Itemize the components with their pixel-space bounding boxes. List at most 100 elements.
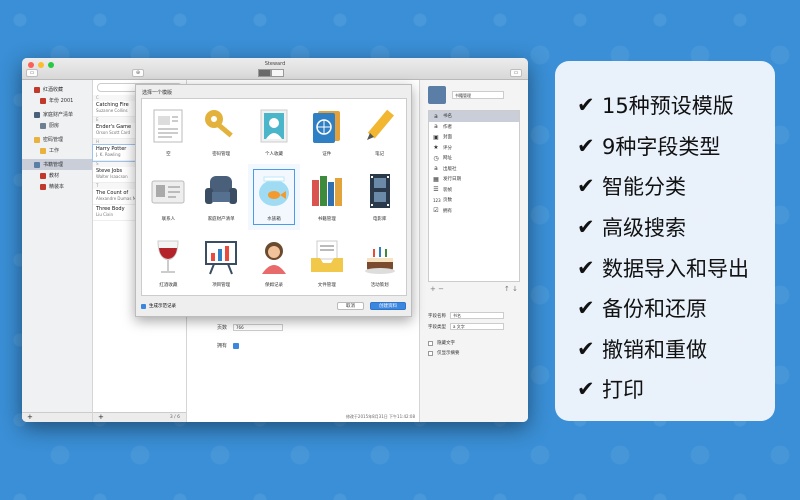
template-option[interactable]: 联系人: [142, 164, 195, 229]
field-type-icon: ▣: [433, 133, 439, 141]
window-title: Steward: [264, 61, 286, 67]
field-item[interactable]: ▦ 发行日期: [429, 174, 519, 185]
category-icon: [40, 122, 46, 129]
template-option[interactable]: 空: [142, 99, 195, 164]
template-option[interactable]: 证件: [300, 99, 353, 164]
key-icon: [202, 107, 240, 145]
sidebar-item[interactable]: 教材: [22, 170, 92, 181]
field-type-icon: 123: [433, 197, 441, 203]
field-type-icon: ▦: [433, 175, 439, 183]
sidebar-item[interactable]: 红酒收藏: [22, 84, 92, 95]
sheet-title: 选择一个模版: [142, 90, 173, 96]
sidebar-add-button[interactable]: +: [22, 412, 92, 422]
sidebar-item[interactable]: 工作: [22, 145, 92, 156]
field-item[interactable]: a 作者: [429, 122, 519, 133]
template-option[interactable]: 家庭财产清单: [195, 164, 248, 229]
sidebar-item[interactable]: 厨房: [22, 120, 92, 131]
modified-status: 修改于2015年8月31日 下午11:42:08: [345, 414, 415, 419]
sidebar-item-label: 书籍管理: [43, 162, 64, 168]
hide-text-checkbox[interactable]: [428, 340, 433, 346]
template-option[interactable]: 文件管理: [300, 230, 353, 295]
template-option[interactable]: 书籍管理: [300, 164, 353, 229]
books-icon[interactable]: [428, 86, 446, 104]
cancel-button[interactable]: 取消: [337, 302, 364, 310]
template-label: 密码管理: [212, 152, 231, 157]
show-summary-checkbox[interactable]: [428, 350, 433, 356]
inspector-toggle-button[interactable]: ▭: [510, 69, 522, 77]
template-option[interactable]: 项目管理: [195, 230, 248, 295]
field-label: 评分: [443, 145, 452, 151]
sidebar-item[interactable]: 密码管理: [22, 134, 92, 145]
chart-board-icon: [202, 238, 240, 276]
field-list: a 书名 a 作者 ▣ 封面 ★ 评分 ◷ 网址 a 出版社 ▦ 发行日期 ☰ 装帧 123 页数 ☑ 拥有: [428, 110, 520, 282]
template-option[interactable]: 密码管理: [195, 99, 248, 164]
sidebar-item[interactable]: 家庭财产清单: [22, 109, 92, 120]
field-item[interactable]: ▣ 封面: [429, 132, 519, 143]
field-type-row: 字段类型 a 文字: [420, 321, 528, 332]
view-list-button[interactable]: [271, 69, 284, 77]
field-type-icon: a: [434, 123, 438, 131]
generate-examples-option[interactable]: 生成示范记录: [141, 303, 176, 309]
generate-examples-checkbox[interactable]: [141, 303, 146, 309]
field-item[interactable]: ☰ 装帧: [429, 185, 519, 196]
reorder-field-buttons[interactable]: ↑ ↓: [504, 285, 518, 293]
sidebar-item-label: 密码管理: [43, 137, 64, 143]
template-option[interactable]: 保姆记录: [248, 230, 301, 295]
list-footer: + 3 / 6: [93, 412, 186, 422]
field-label: 出版社: [443, 166, 457, 172]
compass-icon[interactable]: ⊕: [132, 69, 144, 77]
pages-field[interactable]: 766: [233, 324, 283, 331]
film-icon: [361, 172, 399, 210]
collection-header: 书籍管理: [420, 80, 528, 110]
pages-row: 页数 766: [207, 324, 283, 331]
field-item[interactable]: a 书名: [429, 111, 519, 122]
owned-checkbox[interactable]: [233, 342, 239, 349]
hide-text-option[interactable]: 隐藏文字: [420, 338, 528, 348]
sheet-buttons: 取消 创建资料: [337, 302, 406, 310]
view-form-button[interactable]: [258, 69, 271, 77]
field-type-select[interactable]: a 文字: [450, 323, 504, 330]
feature-item: ✔ 智能分类: [577, 166, 775, 207]
field-item[interactable]: 123 页数: [429, 195, 519, 206]
add-field-button[interactable]: + −: [430, 285, 444, 293]
field-type-icon: a: [434, 165, 438, 173]
template-option[interactable]: 笔记: [353, 99, 406, 164]
collection-name-field[interactable]: 书籍管理: [452, 91, 504, 99]
field-name-input[interactable]: 书名: [450, 312, 504, 319]
create-button[interactable]: 创建资料: [370, 302, 406, 310]
show-summary-label: 仅显示摘要: [437, 351, 460, 356]
sidebar-item[interactable]: 年份 2001: [22, 95, 92, 106]
feature-text: 9种字段类型: [602, 134, 721, 159]
view-mode-segmented[interactable]: [258, 69, 284, 77]
field-item[interactable]: ☑ 拥有: [429, 206, 519, 217]
sidebar-item[interactable]: 精装本: [22, 181, 92, 192]
sidebar: 红酒收藏 年份 2001 家庭财产清单 厨房密码管理工作书籍管理教材精装本 +: [22, 80, 93, 422]
field-name-row: 字段名称 书名: [420, 310, 528, 321]
generate-examples-label: 生成示范记录: [149, 304, 176, 309]
field-item[interactable]: ★ 评分: [429, 143, 519, 154]
template-option[interactable]: 水族箱: [247, 164, 301, 230]
owned-label: 拥有: [216, 343, 227, 349]
template-label: 个人收藏: [264, 152, 283, 157]
template-option[interactable]: 电影库: [353, 164, 406, 229]
template-label: 空: [166, 152, 171, 157]
sidebar-item[interactable]: 书籍管理: [22, 159, 92, 170]
titlebar: Steward ▭ ⊕ ▭: [22, 58, 528, 80]
template-option[interactable]: 红酒收藏: [142, 230, 195, 295]
feature-text: 15种预设模版: [602, 94, 734, 119]
feature-item: ✔ 9种字段类型: [577, 126, 775, 167]
wine-glass-icon: [149, 238, 187, 276]
field-item[interactable]: a 出版社: [429, 164, 519, 175]
template-label: 水族箱: [267, 217, 281, 223]
template-option[interactable]: 个人收藏: [248, 99, 301, 164]
field-type-icon: ☰: [433, 186, 439, 194]
field-item[interactable]: ◷ 网址: [429, 153, 519, 164]
sidebar-item-label: 教材: [49, 173, 60, 179]
checkmark-icon: ✔: [577, 336, 595, 361]
template-option[interactable]: 活动策划: [353, 230, 406, 295]
add-record-button[interactable]: +: [98, 413, 104, 421]
nanny-icon: [255, 238, 293, 276]
show-summary-option[interactable]: 仅显示摘要: [420, 348, 528, 358]
sidebar-toggle-button[interactable]: ▭: [26, 69, 38, 77]
checkmark-icon: ✔: [577, 296, 595, 321]
